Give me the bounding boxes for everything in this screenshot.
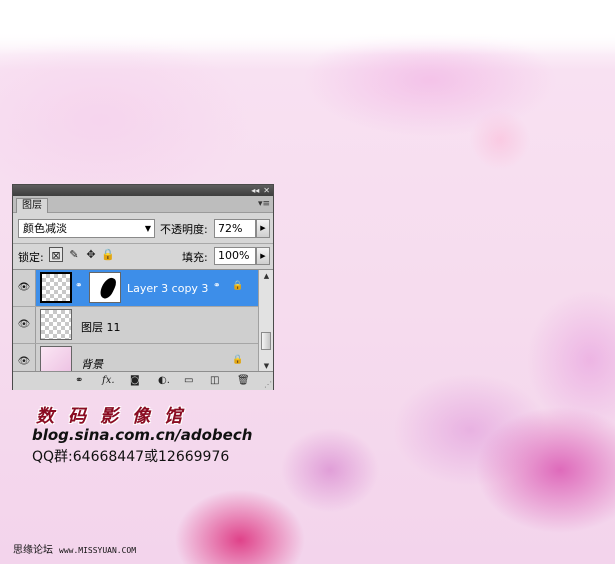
layer-name: 图层 11 bbox=[81, 321, 121, 334]
layer-row[interactable]: 👁 背景 🔒 bbox=[13, 344, 258, 372]
layer-row[interactable]: 👁 ⚭ Layer 3 copy 3 ⚭ 🔒 bbox=[13, 270, 258, 307]
eye-icon[interactable]: 👁 bbox=[13, 344, 36, 372]
panel-titlebar: ◂◂ ✕ bbox=[13, 185, 273, 196]
lock-transparency-icon[interactable]: ⊠ bbox=[49, 247, 63, 262]
layers-panel: ◂◂ ✕ 图层 ▾≡ 颜色减淡 ▼ 不透明度: 72% ▶ 锁定: ⊠ ✎ ✥ … bbox=[12, 184, 274, 390]
opacity-label: 不透明度: bbox=[160, 223, 208, 236]
brand-watermark: 数码影像馆 bbox=[36, 406, 196, 427]
layer-thumbnail bbox=[40, 346, 72, 372]
panel-footer: ⚭ fx. ◙ ◐. ▭ ◫ 🗑 ⋰ bbox=[13, 371, 273, 390]
divider bbox=[13, 243, 273, 244]
layers-scrollbar[interactable]: ▲ ▼ bbox=[258, 270, 273, 372]
eye-icon[interactable]: 👁 bbox=[13, 270, 36, 306]
scroll-thumb[interactable] bbox=[261, 332, 271, 350]
lock-icon: 🔒 bbox=[232, 281, 244, 291]
fill-input[interactable]: 100% bbox=[214, 247, 256, 265]
lock-all-icon[interactable]: 🔒 bbox=[101, 247, 115, 262]
layer-name: Layer 3 copy 3 bbox=[127, 282, 209, 295]
opacity-input[interactable]: 72% bbox=[214, 219, 256, 238]
layers-list: 👁 ⚭ Layer 3 copy 3 ⚭ 🔒 👁 图层 11 👁 背景 🔒 ▲ … bbox=[13, 269, 273, 372]
add-mask-icon[interactable]: ◙ bbox=[130, 374, 140, 388]
layer-row[interactable]: 👁 图层 11 bbox=[13, 307, 258, 344]
new-layer-icon[interactable]: ◫ bbox=[210, 374, 219, 388]
eye-icon[interactable]: 👁 bbox=[13, 307, 36, 343]
fx-icon[interactable]: fx. bbox=[102, 374, 115, 388]
lock-label: 锁定: bbox=[18, 251, 44, 264]
lock-brush-icon[interactable]: ✎ bbox=[67, 247, 81, 262]
forum-watermark: 思缘论坛 www.MISSYUAN.COM bbox=[13, 541, 136, 556]
layer-name: 背景 bbox=[81, 358, 103, 371]
link-icon: ⚭ bbox=[75, 281, 83, 291]
blend-mode-select[interactable]: 颜色减淡 ▼ bbox=[18, 219, 155, 238]
opacity-slider-button[interactable]: ▶ bbox=[256, 219, 270, 238]
close-icon[interactable]: ✕ bbox=[263, 185, 270, 196]
panel-menu-icon[interactable]: ▾≡ bbox=[258, 198, 270, 210]
resize-grip-icon[interactable]: ⋰ bbox=[264, 380, 272, 389]
link-layers-icon[interactable]: ⚭ bbox=[75, 374, 83, 388]
scroll-up-icon[interactable]: ▲ bbox=[259, 270, 273, 282]
new-group-icon[interactable]: ▭ bbox=[184, 374, 193, 388]
blend-mode-value: 颜色减淡 bbox=[23, 222, 67, 235]
blend-row: 颜色减淡 ▼ 不透明度: 72% ▶ bbox=[18, 219, 270, 239]
lock-move-icon[interactable]: ✥ bbox=[84, 247, 98, 262]
lock-icon: 🔒 bbox=[232, 355, 244, 365]
tab-layers[interactable]: 图层 bbox=[16, 198, 48, 213]
adjustment-layer-icon[interactable]: ◐. bbox=[158, 374, 170, 388]
link-icon: ⚭ bbox=[213, 281, 221, 291]
layer-thumbnail bbox=[40, 309, 72, 340]
collapse-icon[interactable]: ◂◂ bbox=[251, 185, 259, 196]
lock-row: 锁定: ⊠ ✎ ✥ 🔒 填充: 100% ▶ bbox=[18, 246, 270, 266]
blog-url-watermark: blog.sina.com.cn/adobech bbox=[32, 426, 253, 444]
brush-edge bbox=[0, 0, 615, 55]
layer-mask-thumbnail[interactable] bbox=[89, 272, 121, 303]
layer-thumbnail bbox=[40, 272, 72, 303]
chevron-down-icon: ▼ bbox=[144, 224, 151, 233]
forum-name: 思缘论坛 bbox=[13, 545, 53, 556]
forum-url: www.MISSYUAN.COM bbox=[59, 546, 137, 555]
fill-label: 填充: bbox=[182, 251, 208, 264]
panel-tab-row: 图层 ▾≡ bbox=[13, 196, 273, 213]
qq-group-watermark: QQ群:64668447或12669976 bbox=[32, 449, 230, 465]
fill-slider-button[interactable]: ▶ bbox=[256, 247, 270, 265]
trash-icon[interactable]: 🗑 bbox=[237, 374, 250, 388]
